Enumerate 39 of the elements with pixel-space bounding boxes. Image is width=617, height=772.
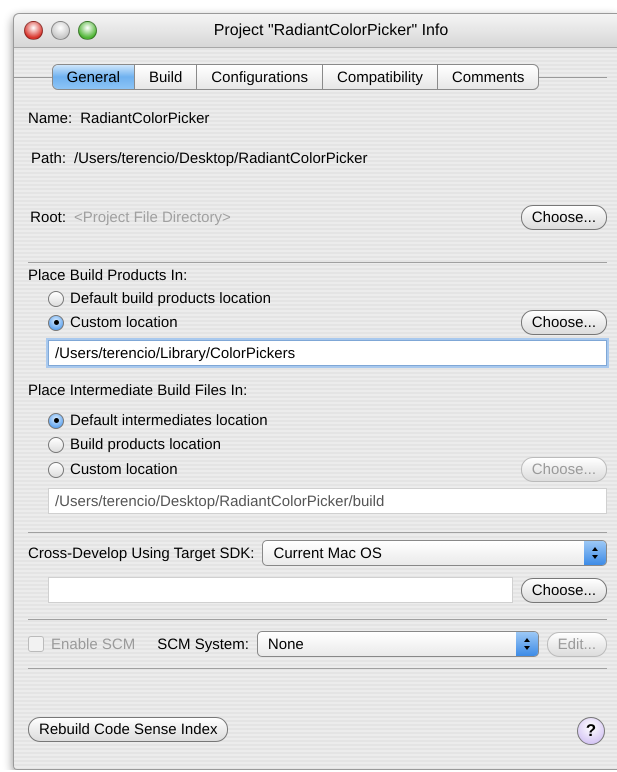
radio-label[interactable]: Default intermediates location <box>70 412 268 429</box>
radio-button[interactable] <box>48 290 64 306</box>
sdk-label: Cross-Develop Using Target SDK: <box>28 544 254 562</box>
help-button[interactable]: ? <box>577 717 605 745</box>
rebuild-index-button[interactable]: Rebuild Code Sense Index <box>28 717 228 742</box>
path-label: Path: <box>30 150 66 166</box>
tab[interactable]: General <box>52 65 135 89</box>
tab[interactable]: Compatibility <box>323 65 438 89</box>
section-heading: Place Intermediate Build Files In: <box>28 382 248 398</box>
zoom-button[interactable] <box>78 21 97 40</box>
name-value: RadiantColorPicker <box>80 110 210 126</box>
tab[interactable]: Configurations <box>197 65 324 89</box>
tab[interactable]: Comments <box>438 65 538 89</box>
tab[interactable]: Build <box>134 65 198 89</box>
path-field[interactable]: /Users/terencio/Library/ColorPickers <box>48 340 607 366</box>
name-label: Name: <box>28 110 72 126</box>
path-value: /Users/terencio/Desktop/RadiantColorPicker <box>74 150 368 166</box>
radio-label[interactable]: Custom location <box>70 461 178 478</box>
radio-label[interactable]: Build products location <box>70 436 221 453</box>
path-field[interactable]: /Users/terencio/Desktop/RadiantColorPicker/build <box>48 488 607 514</box>
section-heading: Place Build Products In: <box>28 266 188 284</box>
radio-button[interactable] <box>48 314 64 330</box>
radio-button[interactable] <box>48 436 64 452</box>
choose-button[interactable]: Choose... <box>520 204 607 230</box>
radio-button[interactable] <box>48 462 64 478</box>
stepper-icon <box>516 632 538 656</box>
sdk-select[interactable]: Current Mac OS <box>262 540 607 566</box>
minimize-button[interactable] <box>51 21 70 40</box>
root-label: Root: <box>29 208 66 226</box>
window-title: Project "RadiantColorPicker" Info <box>212 22 450 40</box>
choose-button[interactable]: Choose... <box>520 578 607 602</box>
radio-label[interactable]: Custom location <box>70 314 178 331</box>
close-button[interactable] <box>24 21 43 40</box>
choose-button[interactable]: Choose... <box>520 310 607 335</box>
radio-label[interactable]: Default build products location <box>70 290 271 307</box>
stepper-icon <box>584 541 606 565</box>
radio-button[interactable] <box>48 412 64 428</box>
sdk-path-field[interactable] <box>48 577 513 603</box>
scm-system-label: SCM System: <box>157 636 249 652</box>
